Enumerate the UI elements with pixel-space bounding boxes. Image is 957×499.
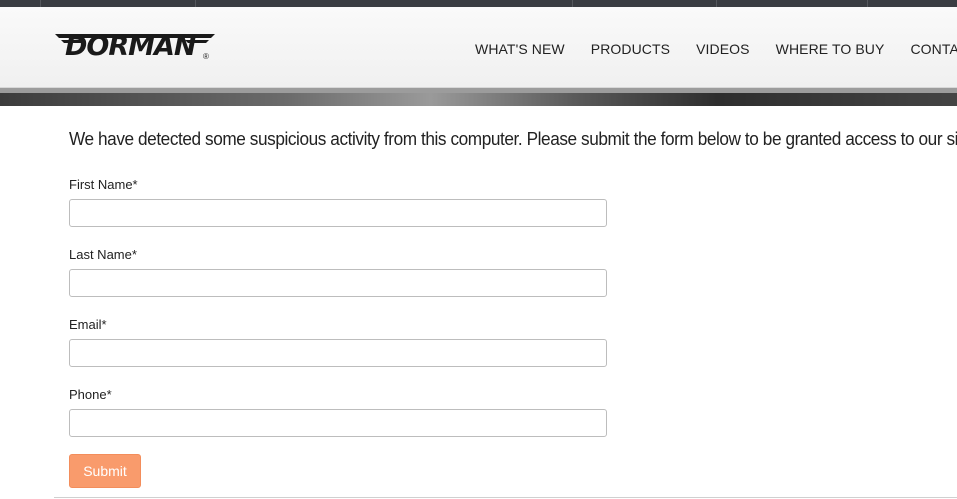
nav-videos[interactable]: VIDEOS — [696, 39, 750, 59]
nav-where-to-buy[interactable]: WHERE TO BUY — [776, 39, 885, 59]
hero-banner — [0, 88, 957, 106]
first-name-label: First Name* — [69, 177, 138, 192]
last-name-input[interactable] — [69, 269, 607, 297]
top-bar-divider — [716, 0, 717, 7]
footer-divider — [54, 497, 957, 498]
registered-mark: ® — [203, 52, 209, 61]
nav-whats-new[interactable]: WHAT'S NEW — [475, 39, 565, 59]
top-bar-divider — [867, 0, 868, 7]
email-input[interactable] — [69, 339, 607, 367]
main-nav: WHAT'S NEW PRODUCTS VIDEOS WHERE TO BUY CONT… — [475, 39, 957, 59]
top-bar-divider — [40, 0, 41, 7]
phone-label: Phone* — [69, 387, 112, 402]
dorman-logo[interactable]: DORMAN ® — [55, 30, 215, 64]
last-name-label: Last Name* — [69, 247, 137, 262]
top-bar-divider — [195, 0, 196, 7]
hero-banner-edge — [0, 88, 957, 93]
top-bar-divider — [572, 0, 573, 7]
first-name-input[interactable] — [69, 199, 607, 227]
phone-input[interactable] — [69, 409, 607, 437]
nav-contact[interactable]: CONTACT — [910, 39, 957, 59]
nav-products[interactable]: PRODUCTS — [591, 39, 670, 59]
submit-button[interactable]: Submit — [69, 454, 141, 488]
email-label: Email* — [69, 317, 107, 332]
logo-text: DORMAN — [65, 31, 197, 62]
suspicious-activity-message: We have detected some suspicious activit… — [69, 128, 957, 149]
top-bar — [0, 0, 957, 7]
site-header: DORMAN ® WHAT'S NEW PRODUCTS VIDEOS WHERE T… — [0, 7, 957, 88]
